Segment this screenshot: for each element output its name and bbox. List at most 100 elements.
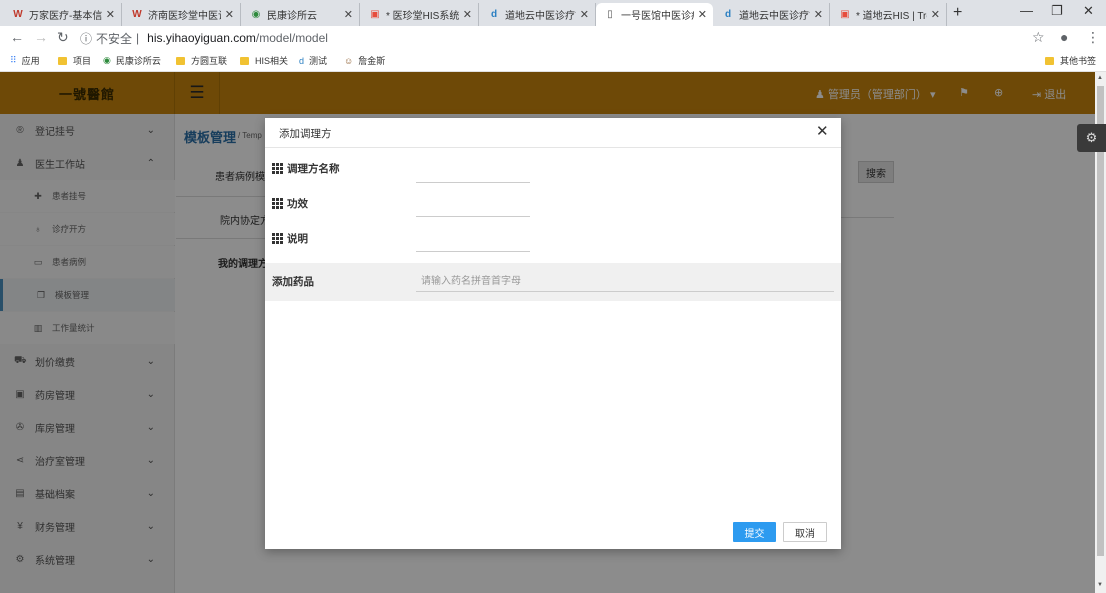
close-icon[interactable]: ✕: [344, 8, 353, 21]
th-grid-icon: [272, 233, 283, 244]
close-icon[interactable]: ✕: [580, 8, 589, 21]
tab-label: 道地云中医诊疗管: [739, 11, 810, 22]
bookmark-label: 方圆互联: [191, 56, 228, 66]
close-icon[interactable]: ✕: [463, 8, 472, 21]
bookmark-folder-fangyuan[interactable]: 方圆互联: [176, 54, 227, 67]
description-label: 说明: [272, 231, 308, 246]
browser-tab-1[interactable]: W 万家医疗-基本信息 ✕: [4, 3, 122, 26]
minkang-logo-icon: ◉: [103, 55, 111, 65]
minkang-logo-icon: ◉: [251, 9, 261, 20]
browser-tab-7[interactable]: d 道地云中医诊疗管 ✕: [714, 3, 830, 26]
dialog-header: 添加调理方 ✕: [265, 118, 841, 148]
back-arrow-icon[interactable]: ←: [10, 29, 24, 45]
browser-tab-3[interactable]: ◉ 民康诊所云 ✕: [242, 3, 360, 26]
security-label: 不安全: [96, 31, 133, 46]
close-icon[interactable]: ✕: [698, 8, 707, 21]
efficacy-label: 功效: [272, 196, 308, 211]
scroll-down-arrow-icon[interactable]: ▼: [1097, 582, 1103, 588]
tab-label: 一号医馆中医诊疗: [621, 11, 694, 22]
drug-search-input[interactable]: [416, 271, 834, 292]
restore-icon[interactable]: ❐: [1051, 3, 1063, 19]
bookmark-label: 应用: [21, 56, 40, 66]
page-icon: ▯: [607, 9, 613, 20]
bookmark-label: 詹金斯: [358, 56, 386, 66]
tab-label: * 医珍堂HIS系统: [386, 11, 459, 22]
wps-icon: W: [132, 9, 142, 20]
th-grid-icon: [272, 198, 283, 209]
account-icon[interactable]: ●: [1060, 29, 1068, 45]
scrollbar-thumb[interactable]: [1097, 86, 1104, 556]
info-icon[interactable]: ⓘ: [80, 30, 92, 47]
forward-arrow-icon[interactable]: →: [34, 29, 48, 45]
formula-name-input[interactable]: [416, 165, 530, 183]
new-tab-plus-icon[interactable]: +: [953, 4, 962, 22]
add-formula-dialog: 添加调理方 ✕ 调理方名称 功效 说明 添加药品 提交 取消: [265, 118, 841, 549]
bookmark-other[interactable]: 其他书签: [1045, 54, 1096, 67]
close-icon[interactable]: ✕: [106, 8, 115, 21]
daodi-icon: d: [299, 55, 305, 66]
browser-tab-4[interactable]: ▣ * 医珍堂HIS系统 ✕: [361, 3, 479, 26]
window-close-icon[interactable]: ✕: [1083, 3, 1094, 19]
bookmark-label: HIS相关: [255, 56, 289, 66]
reload-icon[interactable]: ↻: [57, 29, 69, 46]
bookmark-apps[interactable]: ⠿ 应用: [10, 54, 40, 67]
scroll-up-arrow-icon[interactable]: ▲: [1097, 75, 1103, 81]
formula-name-label: 调理方名称: [272, 161, 340, 176]
bookmark-jenkins[interactable]: ☺ 詹金斯: [344, 54, 385, 67]
tab-label: 民康诊所云: [267, 11, 317, 22]
bookmark-label: 项目: [73, 56, 92, 66]
minimize-icon[interactable]: —: [1020, 3, 1033, 18]
apps-grid-icon: ⠿: [10, 55, 17, 65]
description-input[interactable]: [416, 234, 530, 252]
cancel-button[interactable]: 取消: [783, 522, 827, 542]
folder-icon: [1045, 56, 1054, 65]
browser-tab-8[interactable]: ▣ * 道地云HIS | Trel ✕: [831, 3, 947, 26]
bookmark-folder-his[interactable]: HIS相关: [240, 54, 288, 67]
close-icon[interactable]: ✕: [814, 8, 823, 21]
browser-tab-2[interactable]: W 济南医珍堂中医诊 ✕: [123, 3, 241, 26]
url-path: /model/model: [255, 31, 328, 45]
settings-gear-icon[interactable]: ⚙: [1077, 124, 1106, 152]
wps-icon: W: [13, 9, 23, 20]
field-label-text: 调理方名称: [287, 163, 340, 175]
bookmark-minkang[interactable]: ◉ 民康诊所云: [103, 54, 161, 67]
folder-icon: [240, 56, 249, 65]
add-drug-row: 添加药品: [265, 263, 841, 301]
separator: |: [136, 31, 140, 45]
folder-icon: [58, 56, 67, 65]
submit-button[interactable]: 提交: [733, 522, 776, 542]
add-drug-label: 添加药品: [272, 276, 314, 288]
browser-tab-5[interactable]: d 道地云中医诊疗管 ✕: [480, 3, 596, 26]
efficacy-input[interactable]: [416, 199, 530, 217]
address-bar: ← → ↻ ⓘ 不安全 | his.yihaoyiguan.com /model…: [0, 26, 1106, 50]
tab-label: 万家医疗-基本信息: [29, 11, 102, 22]
bookmark-folder-projects[interactable]: 项目: [58, 54, 91, 67]
bookmark-test[interactable]: d 测试: [299, 54, 327, 67]
folder-icon: [176, 56, 185, 65]
bookmarks-bar: ⠿ 应用 项目 ◉ 民康诊所云 方圆互联 HIS相关 d 测试 ☺ 詹金斯 其他…: [0, 50, 1106, 72]
url-omnibox[interactable]: ⓘ 不安全 | his.yihaoyiguan.com /model/model: [80, 28, 1050, 48]
bookmark-label: 民康诊所云: [115, 56, 161, 66]
tab-label: 道地云中医诊疗管: [505, 11, 576, 22]
jenkins-icon: ☺: [344, 55, 354, 66]
bookmark-label: 其他书签: [1060, 56, 1097, 66]
browser-tab-strip: W 万家医疗-基本信息 ✕ W 济南医珍堂中医诊 ✕ ◉ 民康诊所云 ✕ ▣ *…: [0, 0, 1106, 26]
browser-tab-active[interactable]: ▯ 一号医馆中医诊疗 ✕: [596, 3, 713, 26]
star-bookmark-icon[interactable]: ☆: [1032, 29, 1045, 46]
bookmark-label: 测试: [309, 56, 328, 66]
daodi-icon: d: [490, 9, 498, 20]
close-icon[interactable]: ✕: [225, 8, 234, 21]
trello-icon: ▣: [370, 9, 380, 20]
trello-icon: ▣: [840, 9, 850, 20]
field-label-text: 说明: [287, 233, 308, 245]
url-host: his.yihaoyiguan.com: [147, 31, 256, 45]
tab-label: * 道地云HIS | Trel: [856, 11, 927, 22]
menu-dots-icon[interactable]: ⋮: [1086, 29, 1100, 46]
close-icon[interactable]: ✕: [931, 8, 940, 21]
th-grid-icon: [272, 163, 283, 174]
tab-label: 济南医珍堂中医诊: [148, 11, 221, 22]
field-label-text: 功效: [287, 198, 308, 210]
close-icon[interactable]: ✕: [816, 124, 829, 139]
daodi-icon: d: [724, 9, 732, 20]
dialog-title: 添加调理方: [279, 128, 332, 140]
